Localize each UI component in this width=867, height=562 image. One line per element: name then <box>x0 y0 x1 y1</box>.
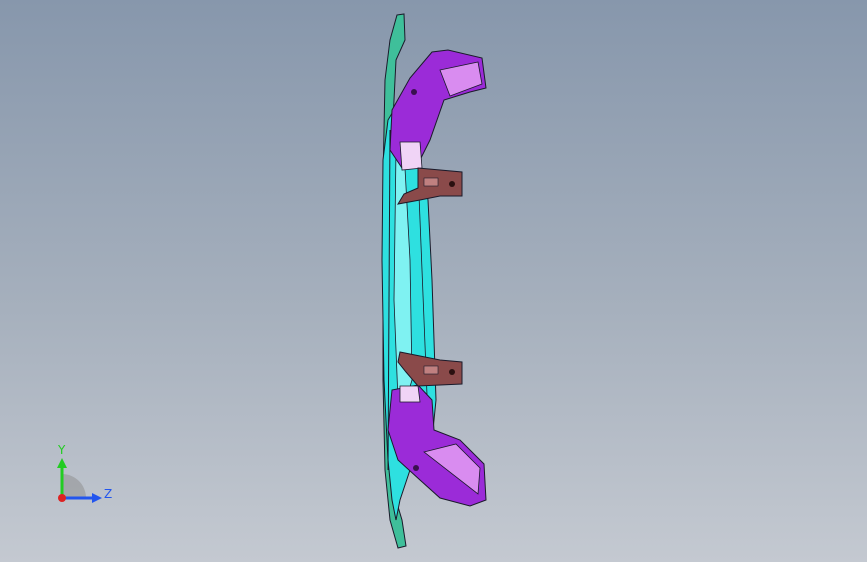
cad-model-bumper-beam[interactable] <box>0 0 867 562</box>
graphics-viewport[interactable]: Y Z <box>0 0 867 562</box>
upper-clip-slot <box>423 177 439 187</box>
upper-bracket-hole <box>411 89 417 95</box>
triad-origin <box>58 494 66 502</box>
y-axis-label: Y <box>57 443 66 457</box>
lower-clip-slot <box>423 365 439 375</box>
y-axis-arrow <box>57 458 67 468</box>
z-axis-arrow <box>92 493 102 503</box>
upper-clip-hole <box>449 181 455 187</box>
orientation-triad: Y Z <box>57 443 112 503</box>
triad-quadrant <box>62 474 86 498</box>
upper-bracket-face <box>399 141 423 171</box>
lower-clip-hole <box>449 369 455 375</box>
lower-bracket-face <box>399 385 421 403</box>
z-axis-label: Z <box>104 487 112 501</box>
lower-bracket-hole <box>413 465 419 471</box>
